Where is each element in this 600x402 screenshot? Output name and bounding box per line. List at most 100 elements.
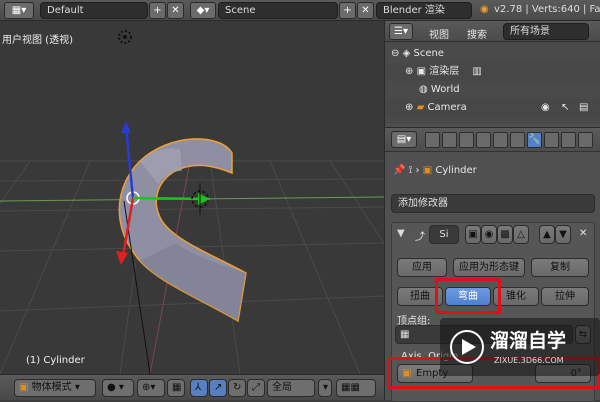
blender-logo-icon: ◉ xyxy=(480,4,489,15)
outliner-row-camera[interactable]: ⊕ ▰ Camera ◉ ↖ ▤ xyxy=(385,99,600,117)
copy-button[interactable]: 复制 xyxy=(531,258,589,277)
outliner-row-world[interactable]: ◍ World xyxy=(385,81,600,99)
tab-modifiers[interactable]: 🔧 xyxy=(527,132,542,148)
editmode-icon[interactable]: ▩ xyxy=(497,225,513,244)
pivot-selector[interactable]: ⊕▾ xyxy=(137,379,165,397)
orientation-dropdown-icon[interactable]: ▾ xyxy=(318,379,332,397)
add-modifier-dropdown[interactable]: 添加修改器 xyxy=(391,194,595,213)
watermark-brand: 溜溜自学 xyxy=(490,330,567,352)
y-arrow-icon xyxy=(116,251,128,265)
pivot-icon: ⊕▾ xyxy=(142,382,156,393)
visibility-eye-icon[interactable]: ◉ xyxy=(541,99,550,117)
z-arrow-icon xyxy=(121,121,131,133)
version-stats: v2.78 | Verts:640 | Fa xyxy=(494,4,600,15)
tab-render[interactable] xyxy=(425,132,440,148)
outliner-row-label: World xyxy=(430,84,460,95)
move-up-icon[interactable]: ▲ xyxy=(539,225,555,244)
tab-material[interactable] xyxy=(561,132,576,148)
collapse-triangle-icon[interactable]: ▼ xyxy=(397,228,405,239)
world-icon: ◍ xyxy=(419,84,428,95)
camera-object[interactable] xyxy=(118,30,132,44)
outliner-row-label: 渲染层 xyxy=(429,66,460,77)
active-object-label: (1) Cylinder xyxy=(26,355,85,366)
snap-toggle[interactable]: ▦ xyxy=(167,379,185,397)
render-layer-image-icon: ▥ xyxy=(472,66,482,77)
apply-button[interactable]: 应用 xyxy=(397,258,447,277)
render-layer-icon: ▣ xyxy=(416,66,427,77)
mode-label: 物体模式 xyxy=(31,382,72,393)
mesh-shadow xyxy=(140,243,246,321)
modifier-name-field[interactable]: Si xyxy=(429,225,459,244)
tab-object[interactable] xyxy=(493,132,508,148)
play-logo-icon xyxy=(450,330,484,364)
collapse-icon[interactable]: ⊖ xyxy=(391,48,399,59)
move-down-icon[interactable]: ▼ xyxy=(555,225,571,244)
pin-icon[interactable]: 📌 xyxy=(393,165,405,176)
outliner-editor-icon[interactable]: ☰▾ xyxy=(389,23,413,40)
tab-constraints[interactable] xyxy=(510,132,525,148)
solid-sphere-icon: ● ▾ xyxy=(107,382,124,393)
remove-layout-icon[interactable]: ✕ xyxy=(167,2,184,19)
breadcrumb: 📌 ⟟ › ▣ Cylinder xyxy=(393,165,477,176)
watermark-url: ZIXUE.3D66.COM xyxy=(494,356,564,365)
viewport-eye-icon[interactable]: ◉ xyxy=(481,225,497,244)
grid-icon: ▦ xyxy=(172,382,182,393)
expand-icon[interactable]: ⊕ xyxy=(405,66,413,77)
3d-viewport[interactable]: 用户视图 (透视) (1) Cylinder xyxy=(0,21,384,374)
remove-scene-icon[interactable]: ✕ xyxy=(357,2,374,19)
outliner-row-label: Scene xyxy=(413,48,444,59)
outliner-filter-selector[interactable]: 所有场景 xyxy=(503,23,589,40)
add-scene-icon[interactable]: + xyxy=(339,2,356,19)
tab-texture[interactable] xyxy=(578,132,593,148)
vertex-group-icon: ▦ xyxy=(400,329,410,340)
simple-deform-icon: ⤴ xyxy=(415,232,425,243)
properties-editor-icon[interactable]: ▤▾ xyxy=(391,131,417,148)
outliner-row-scene[interactable]: ⊖ ◈ Scene xyxy=(385,45,600,63)
bend-highlight-box xyxy=(435,278,501,314)
tab-world[interactable] xyxy=(476,132,491,148)
layer-buttons[interactable]: ▦▦ xyxy=(336,379,376,397)
outliner[interactable]: ☰▾ 视图 搜索 所有场景 ⊖ ◈ Scene ⊕ ▣ 渲染层 ▥ ◍ Worl… xyxy=(385,21,600,124)
expand-icon[interactable]: ⊕ xyxy=(405,102,413,113)
tab-render-layers[interactable] xyxy=(442,132,457,148)
render-engine-selector[interactable]: Blender 渲染 xyxy=(376,2,472,19)
axes-icon: ⅄ xyxy=(195,382,202,393)
cage-icon[interactable]: △ xyxy=(513,225,529,244)
outliner-view-menu[interactable]: 视图 xyxy=(429,26,449,41)
rotate-toggle[interactable]: ↻ xyxy=(228,379,246,397)
mode-selector[interactable]: ▣ 物体模式 ▾ xyxy=(14,379,96,397)
outliner-row-renderlayers[interactable]: ⊕ ▣ 渲染层 ▥ xyxy=(385,63,600,81)
manipulator-toggle[interactable]: ⅄ xyxy=(190,379,208,397)
editor-type-icon[interactable]: ▦▾ xyxy=(4,2,34,19)
rotate-icon: ↻ xyxy=(233,382,242,393)
tab-scene[interactable] xyxy=(459,132,474,148)
mesh-icon: ⟟ xyxy=(408,165,413,176)
scene-icon[interactable]: ◆▾ xyxy=(190,2,216,19)
remove-modifier-icon[interactable]: ✕ xyxy=(579,228,587,239)
outliner-header: ☰▾ 视图 搜索 所有场景 xyxy=(385,21,600,42)
apply-as-shape-button[interactable]: 应用为形态键 xyxy=(453,258,525,277)
render-camera-icon[interactable]: ▤ xyxy=(579,99,588,117)
scene-selector[interactable]: Scene xyxy=(218,2,338,19)
view-label: 用户视图 (透视) xyxy=(2,35,73,46)
render-toggle-icon[interactable]: ▣ xyxy=(465,225,481,244)
breadcrumb-object-name: Cylinder xyxy=(435,165,477,176)
tab-data[interactable] xyxy=(544,132,559,148)
mode-stretch-button[interactable]: 拉伸 xyxy=(541,287,589,306)
scale-icon: ⤢ xyxy=(252,382,260,393)
shading-selector[interactable]: ● ▾ xyxy=(102,379,134,397)
add-layout-icon[interactable]: + xyxy=(149,2,166,19)
wrench-icon: 🔧 xyxy=(528,134,541,145)
top-header-bar: ▦▾ Default + ✕ ◆▾ Scene + ✕ Blender 渲染 ◉… xyxy=(0,0,600,21)
scale-toggle[interactable]: ⤢ xyxy=(247,379,265,397)
viewport-header: ▣ 物体模式 ▾ ● ▾ ⊕▾ ▦ ⅄ ↗ ↻ ⤢ 全局 ▾ ▦▦ xyxy=(0,374,384,400)
selectable-arrow-icon[interactable]: ↖ xyxy=(561,99,569,117)
camera-icon: ▰ xyxy=(416,102,425,113)
scene-icon: ◈ xyxy=(402,48,411,59)
outliner-search-menu[interactable]: 搜索 xyxy=(467,26,487,41)
properties-tabs: ▤▾ 🔧 xyxy=(385,128,600,152)
orientation-selector[interactable]: 全局 xyxy=(267,379,315,397)
viewport-scene xyxy=(0,30,384,374)
layout-selector[interactable]: Default xyxy=(40,2,148,19)
translate-toggle[interactable]: ↗ xyxy=(209,379,227,397)
